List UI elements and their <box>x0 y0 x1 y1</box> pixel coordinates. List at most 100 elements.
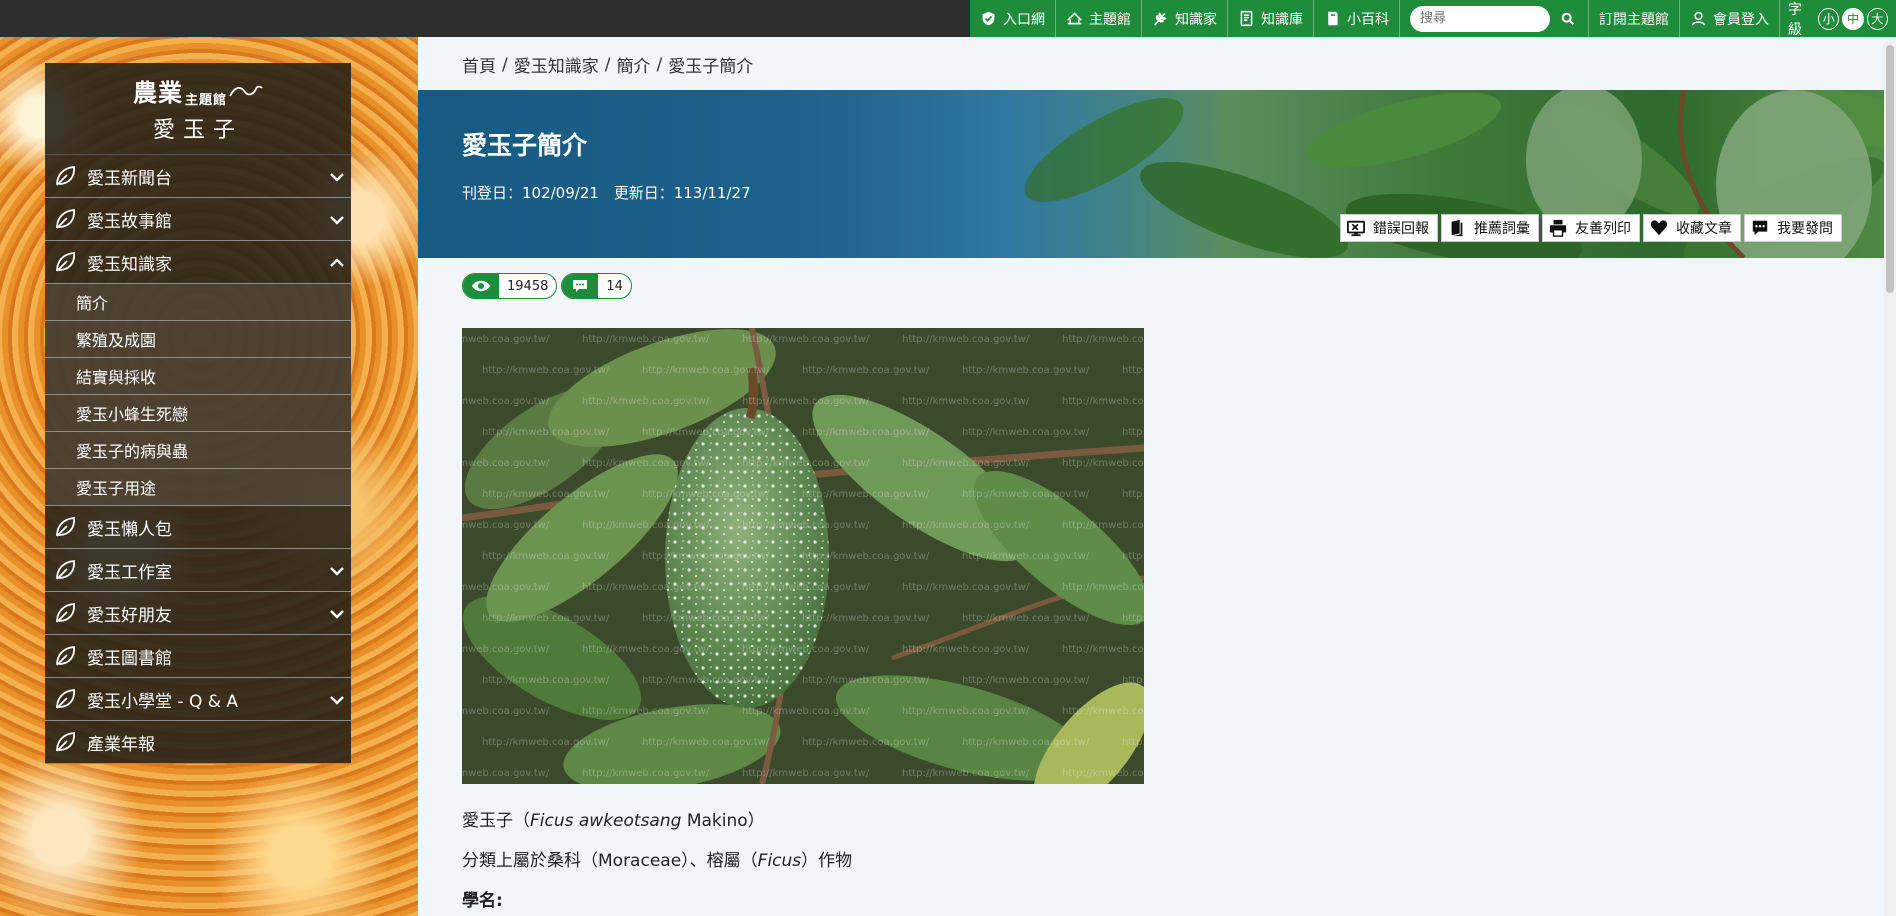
topnav-portal[interactable]: 入口網 <box>970 0 1056 37</box>
sidebar-item-knowledge[interactable]: 愛玉知識家 <box>45 241 351 284</box>
article-banner: 愛玉子簡介 刊登日：102/09/21 更新日：113/11/27 錯誤回報 推… <box>418 90 1884 258</box>
sidebar-item-stories[interactable]: 愛玉故事館 <box>45 198 351 241</box>
recommend-term-button[interactable]: 推薦詞彙 <box>1441 214 1539 242</box>
watermark-text: http://kmweb.coa.gov.tw/ <box>462 768 550 779</box>
sidebar-item-label: 愛玉圖書館 <box>87 648 172 669</box>
shield-check-icon <box>982 11 995 26</box>
sidebar-item-qa[interactable]: 愛玉小學堂 - Q & A <box>45 678 351 721</box>
ask-question-button[interactable]: 我要發問 <box>1744 214 1842 242</box>
search-icon <box>1561 12 1574 25</box>
watermark-text: http://kmweb.coa.gov.tw/ <box>582 582 710 593</box>
sidebar-item-label: 愛玉小學堂 - Q & A <box>87 691 239 712</box>
breadcrumb-home[interactable]: 首頁 <box>462 52 496 77</box>
comment-count-badge[interactable]: 14 <box>561 273 632 299</box>
article-dates: 刊登日：102/09/21 更新日：113/11/27 <box>462 182 761 203</box>
watermark-text: http://kmweb.coa.gov.tw/ <box>742 458 870 469</box>
sidebar-item-friends[interactable]: 愛玉好朋友 <box>45 592 351 635</box>
login-label: 會員登入 <box>1713 11 1769 28</box>
watermark-text: http://kmweb.coa.gov.tw/ <box>742 644 870 655</box>
breadcrumb-intro[interactable]: 簡介 <box>616 52 650 77</box>
sidebar-item-news[interactable]: 愛玉新聞台 <box>45 155 351 198</box>
leaf-icon <box>53 600 79 626</box>
book-icon <box>1328 11 1338 26</box>
top-nav: 入口網 主題館 知識家 知識庫 小百科 訂閱主題館 會員登 <box>970 0 1896 38</box>
search-button[interactable] <box>1556 7 1580 31</box>
submenu-item-intro[interactable]: 簡介 <box>45 284 351 321</box>
watermark-text: http://kmweb.coa.gov.tw/ <box>582 396 710 407</box>
leaf-icon <box>53 206 79 232</box>
chevron-down-icon[interactable] <box>329 169 345 185</box>
submenu-item-wasp[interactable]: 愛玉小蜂生死戀 <box>45 395 351 432</box>
sidebar-item-label: 產業年報 <box>87 734 155 755</box>
topnav-portal-label: 入口網 <box>1003 11 1045 28</box>
page-scrollbar[interactable] <box>1884 37 1896 916</box>
chevron-up-icon[interactable] <box>329 255 345 271</box>
subscribe-button[interactable]: 訂閱主題館 <box>1589 0 1680 37</box>
watermark-text: http://kmweb.coa.gov.tw/ <box>962 737 1090 748</box>
sidebar-item-workshop[interactable]: 愛玉工作室 <box>45 549 351 592</box>
heart-icon <box>1650 220 1668 236</box>
topnav-encyclopedia-label: 小百科 <box>1347 11 1389 28</box>
topnav-theme[interactable]: 主題館 <box>1056 0 1142 37</box>
bookmark-button[interactable]: 收藏文章 <box>1643 214 1741 242</box>
watermark-text: http://kmweb.coa.gov.tw/ <box>482 489 610 500</box>
site-logo[interactable]: 農業 主題館 愛玉子 <box>45 63 351 155</box>
font-size-small-button[interactable]: 小 <box>1818 7 1840 30</box>
topnav-knowledge-label: 知識家 <box>1175 11 1217 28</box>
watermark-text: http://kmweb.coa.gov.tw/ <box>962 675 1090 686</box>
watermark-text: http://kmweb.coa.gov.tw/ <box>582 706 710 717</box>
submenu-item-uses[interactable]: 愛玉子用途 <box>45 469 351 506</box>
print-button[interactable]: 友善列印 <box>1542 214 1640 242</box>
submenu-item-propagation[interactable]: 繁殖及成園 <box>45 321 351 358</box>
font-size-large-button[interactable]: 大 <box>1866 7 1888 30</box>
login-button[interactable]: 會員登入 <box>1680 0 1780 37</box>
bookmark-label: 收藏文章 <box>1676 221 1732 237</box>
font-size-medium-button[interactable]: 中 <box>1842 7 1864 30</box>
chevron-down-icon[interactable] <box>329 692 345 708</box>
topnav-database[interactable]: 知識庫 <box>1228 0 1314 37</box>
view-count: 19458 <box>507 278 549 294</box>
submenu-item-harvest[interactable]: 結實與採收 <box>45 358 351 395</box>
recommend-book-icon <box>1451 219 1463 237</box>
logo-swirl-icon <box>229 85 263 97</box>
watermark-text: http://kmweb.coa.gov.tw/ <box>802 489 930 500</box>
sidebar-item-label: 愛玉懶人包 <box>87 519 172 540</box>
scrollbar-thumb[interactable] <box>1886 45 1894 293</box>
watermark-text: http://kmweb.coa.gov.tw/ <box>802 551 930 562</box>
genus-name: Ficus <box>757 851 802 871</box>
watermark-text: http://kmweb.coa.gov.tw/ <box>742 706 870 717</box>
watermark-text: http://kmweb.coa.gov.tw/ <box>582 458 710 469</box>
breadcrumb-knowledge[interactable]: 愛玉知識家 <box>514 52 599 77</box>
watermark-text: http://kmweb.coa.gov.tw/ <box>462 458 550 469</box>
watermark-text: http://kmweb.coa.gov.tw/ <box>962 489 1090 500</box>
sidebar-item-quickguide[interactable]: 愛玉懶人包 <box>45 506 351 549</box>
leaf-icon <box>53 514 79 540</box>
watermark-text: http://kmweb.coa.gov.tw/ <box>482 675 610 686</box>
watermark-text: http://kmweb.coa.gov.tw/ <box>1122 365 1144 376</box>
watermark-text: http://kmweb.coa.gov.tw/ <box>902 396 1030 407</box>
watermark-text: http://kmweb.coa.gov.tw/ <box>642 613 770 624</box>
chevron-down-icon[interactable] <box>329 212 345 228</box>
watermark-text: http://kmweb.coa.gov.tw/ <box>802 613 930 624</box>
topnav-knowledge[interactable]: 知識家 <box>1142 0 1228 37</box>
subscribe-label: 訂閱主題館 <box>1599 11 1669 28</box>
chevron-down-icon[interactable] <box>329 606 345 622</box>
topnav-database-label: 知識庫 <box>1261 11 1303 28</box>
logo-title: 農業 <box>132 79 183 107</box>
topnav-theme-label: 主題館 <box>1089 11 1131 28</box>
comment-count: 14 <box>606 278 623 294</box>
search-input[interactable] <box>1410 5 1550 32</box>
watermark-text: http://kmweb.coa.gov.tw/ <box>962 613 1090 624</box>
wheat-icon <box>1153 12 1167 26</box>
scientific-name-line: 愛玉子（Ficus awkeotsang Makino） <box>462 811 765 831</box>
watermark-text: http://kmweb.coa.gov.tw/ <box>482 551 610 562</box>
submenu-item-pests[interactable]: 愛玉子的病與蟲 <box>45 432 351 469</box>
topnav-encyclopedia[interactable]: 小百科 <box>1314 0 1400 37</box>
sidebar-item-library[interactable]: 愛玉圖書館 <box>45 635 351 678</box>
chevron-down-icon[interactable] <box>329 563 345 579</box>
report-error-button[interactable]: 錯誤回報 <box>1340 214 1438 242</box>
sidebar-item-annual-report[interactable]: 產業年報 <box>45 721 351 764</box>
notebook-icon <box>1240 10 1253 27</box>
watermark-text: http://kmweb.coa.gov.tw/ <box>462 644 550 655</box>
sidebar-submenu-knowledge: 簡介 繁殖及成園 結實與採收 愛玉小蜂生死戀 愛玉子的病與蟲 愛玉子用途 <box>45 284 351 506</box>
